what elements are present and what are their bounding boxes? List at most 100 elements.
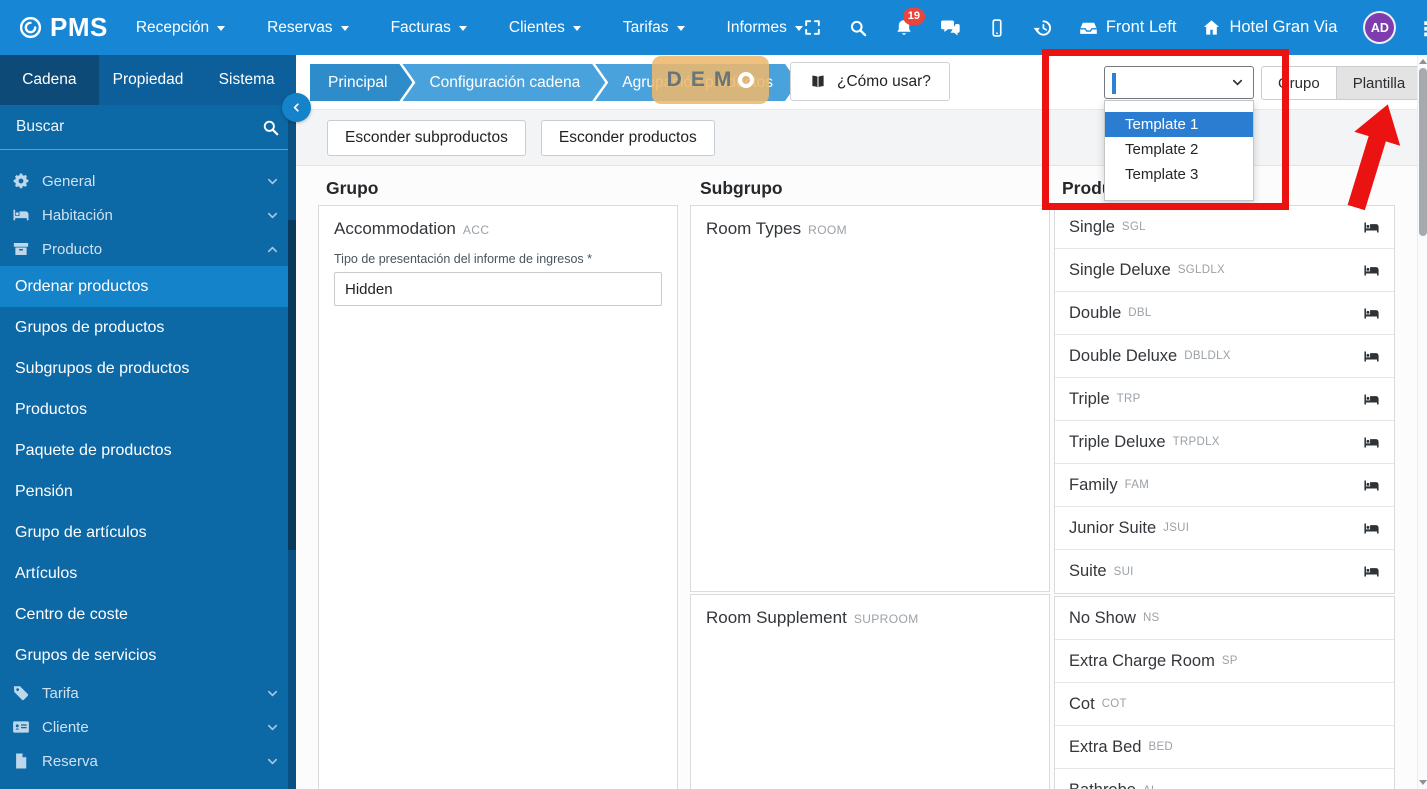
hide-products-button[interactable]: Esconder productos: [540, 119, 715, 156]
user-avatar[interactable]: AD: [1363, 11, 1397, 44]
product-row-double[interactable]: Double DBL: [1055, 292, 1394, 335]
sidebar-item-grupos-de-servicios[interactable]: Grupos de servicios: [0, 635, 296, 676]
grupo-view-button[interactable]: Grupo: [1261, 66, 1337, 100]
view-toggle: Grupo Plantilla: [1261, 66, 1423, 100]
tab-propiedad[interactable]: Propiedad: [99, 55, 198, 105]
sidebar-group-reserva[interactable]: Reserva: [0, 744, 296, 778]
product-row-triple[interactable]: Triple TRP: [1055, 378, 1394, 421]
subgroup-title: Room Types: [706, 219, 802, 238]
option-template-1[interactable]: Template 1: [1105, 112, 1253, 137]
workstation-selector[interactable]: Front Left: [1079, 18, 1176, 37]
template-select[interactable]: [1104, 66, 1254, 99]
product-row-single-deluxe[interactable]: Single Deluxe SGLDLX: [1055, 249, 1394, 292]
nav-menu-label: Tarifas: [622, 18, 669, 36]
property-label: Hotel Gran Via: [1229, 18, 1338, 36]
nav-menu-facturas[interactable]: Facturas: [391, 19, 467, 37]
sidebar-group-label: Reserva: [42, 752, 98, 770]
plantilla-view-button[interactable]: Plantilla: [1336, 66, 1423, 100]
product-row-single[interactable]: Single SGL: [1055, 206, 1394, 249]
sidebar-item-productos[interactable]: Productos: [0, 389, 296, 430]
demo-badge: DEM: [652, 56, 769, 104]
sidebar-group-label: Cliente: [42, 718, 89, 736]
page-scrollbar[interactable]: [1417, 55, 1427, 789]
subgroup-card-room-types[interactable]: Room Types ROOM: [690, 205, 1050, 592]
how-to-use-button[interactable]: ¿Cómo usar?: [790, 62, 950, 101]
product-row-no-show[interactable]: No Show NS: [1055, 597, 1394, 640]
product-row-cot[interactable]: Cot COT: [1055, 683, 1394, 726]
caret-down-icon: [458, 26, 467, 31]
file-icon: [12, 752, 30, 770]
option-template-3[interactable]: Template 3: [1105, 162, 1253, 187]
nav-menu-recepcion[interactable]: Recepción: [136, 19, 226, 37]
column-header-subgrupo: Subgrupo: [700, 178, 783, 198]
sidebar-collapse-button[interactable]: [282, 93, 311, 122]
product-row-double-deluxe[interactable]: Double Deluxe DBLDLX: [1055, 335, 1394, 378]
navbar-icon-group: 19 Front Left Hotel Gran Via AD: [803, 7, 1427, 44]
sidebar-item-grupos-de-productos[interactable]: Grupos de productos: [0, 307, 296, 348]
product-row-bathrobe[interactable]: BathrobeAL: [1055, 769, 1394, 789]
sidebar-search-input[interactable]: [16, 118, 261, 136]
top-navbar: PMS Recepción Reservas Facturas Clientes…: [0, 0, 1427, 55]
nav-menu-tarifas[interactable]: Tarifas: [623, 19, 685, 37]
sidebar-group-habitacion[interactable]: Habitación: [0, 198, 296, 232]
revenue-report-presentation-select[interactable]: [334, 272, 662, 306]
history-button[interactable]: [1033, 18, 1053, 38]
sidebar-group-cliente[interactable]: Cliente: [0, 710, 296, 744]
product-row-triple-deluxe[interactable]: Triple Deluxe TRPDLX: [1055, 421, 1394, 464]
app-logo[interactable]: PMS: [0, 12, 136, 43]
scroll-up-arrow[interactable]: [1419, 59, 1427, 64]
sidebar-item-pension[interactable]: Pensión: [0, 471, 296, 512]
mobile-button[interactable]: [987, 18, 1007, 38]
sidebar-scrollbar[interactable]: [288, 105, 296, 789]
scroll-down-arrow[interactable]: [1419, 780, 1427, 785]
chat-icon: [940, 17, 961, 38]
property-selector[interactable]: Hotel Gran Via: [1202, 18, 1337, 37]
demo-badge-letters: DEM: [666, 68, 741, 91]
sidebar-item-subgrupos-de-productos[interactable]: Subgrupos de productos: [0, 348, 296, 389]
product-row-junior-suite[interactable]: Junior Suite JSUI: [1055, 507, 1394, 550]
sidebar-group-producto[interactable]: Producto: [0, 232, 296, 266]
product-row-extra-bed[interactable]: Extra Bed BED: [1055, 726, 1394, 769]
search-button[interactable]: [848, 18, 868, 38]
breadcrumb-principal[interactable]: Principal: [310, 64, 412, 101]
sidebar-group-label: Habitación: [42, 206, 113, 224]
chevron-down-icon: [265, 754, 280, 769]
caret-down-icon: [794, 26, 803, 31]
nav-menu-reservas[interactable]: Reservas: [267, 19, 349, 37]
sidebar-group-tarifa[interactable]: Tarifa: [0, 676, 296, 710]
subgroup-card-room-supplement[interactable]: Room Supplement SUPROOM: [690, 594, 1050, 789]
brand-name: PMS: [50, 12, 108, 42]
fullscreen-button[interactable]: [803, 18, 822, 37]
chevron-left-icon: [290, 101, 303, 114]
page-scrollbar-thumb[interactable]: [1419, 68, 1427, 236]
chat-button[interactable]: [940, 17, 961, 38]
sidebar-group-general[interactable]: General: [0, 164, 296, 198]
tab-sistema[interactable]: Sistema: [197, 55, 296, 105]
group-card-accommodation[interactable]: Accommodation ACC Tipo de presentación de…: [318, 205, 678, 789]
sidebar-item-articulos[interactable]: Artículos: [0, 553, 296, 594]
hide-subproducts-button[interactable]: Esconder subproductos: [327, 119, 526, 156]
group-code: ACC: [462, 223, 490, 237]
nav-menu-informes[interactable]: Informes: [727, 19, 803, 37]
bed-icon: [1363, 563, 1380, 580]
column-header-grupo: Grupo: [326, 178, 379, 198]
sidebar-item-paquete-de-productos[interactable]: Paquete de productos: [0, 430, 296, 471]
sidebar-item-ordenar-productos[interactable]: Ordenar productos: [0, 266, 296, 307]
product-row-family[interactable]: Family FAM: [1055, 464, 1394, 507]
sidebar-item-centro-de-coste[interactable]: Centro de coste: [0, 594, 296, 635]
product-row-suite[interactable]: Suite SUI: [1055, 550, 1394, 593]
home-icon: [1202, 18, 1221, 37]
breadcrumb-configuracion-cadena[interactable]: Configuración cadena: [402, 64, 605, 101]
sidebar-scrollbar-thumb[interactable]: [288, 220, 296, 550]
product-row-extra-charge-room[interactable]: Extra Charge Room SP: [1055, 640, 1394, 683]
option-template-2[interactable]: Template 2: [1105, 137, 1253, 162]
apps-button[interactable]: [1422, 19, 1427, 37]
sidebar-group-label: Producto: [42, 240, 103, 258]
nav-menu-clientes[interactable]: Clientes: [509, 19, 581, 37]
notifications-button[interactable]: 19: [894, 7, 925, 38]
sidebar-group-label: General: [42, 172, 96, 190]
chevron-down-icon: [265, 208, 280, 223]
sidebar-item-grupo-de-articulos[interactable]: Grupo de artículos: [0, 512, 296, 553]
bed-icon: [1363, 477, 1380, 494]
tab-cadena[interactable]: Cadena: [0, 55, 99, 105]
